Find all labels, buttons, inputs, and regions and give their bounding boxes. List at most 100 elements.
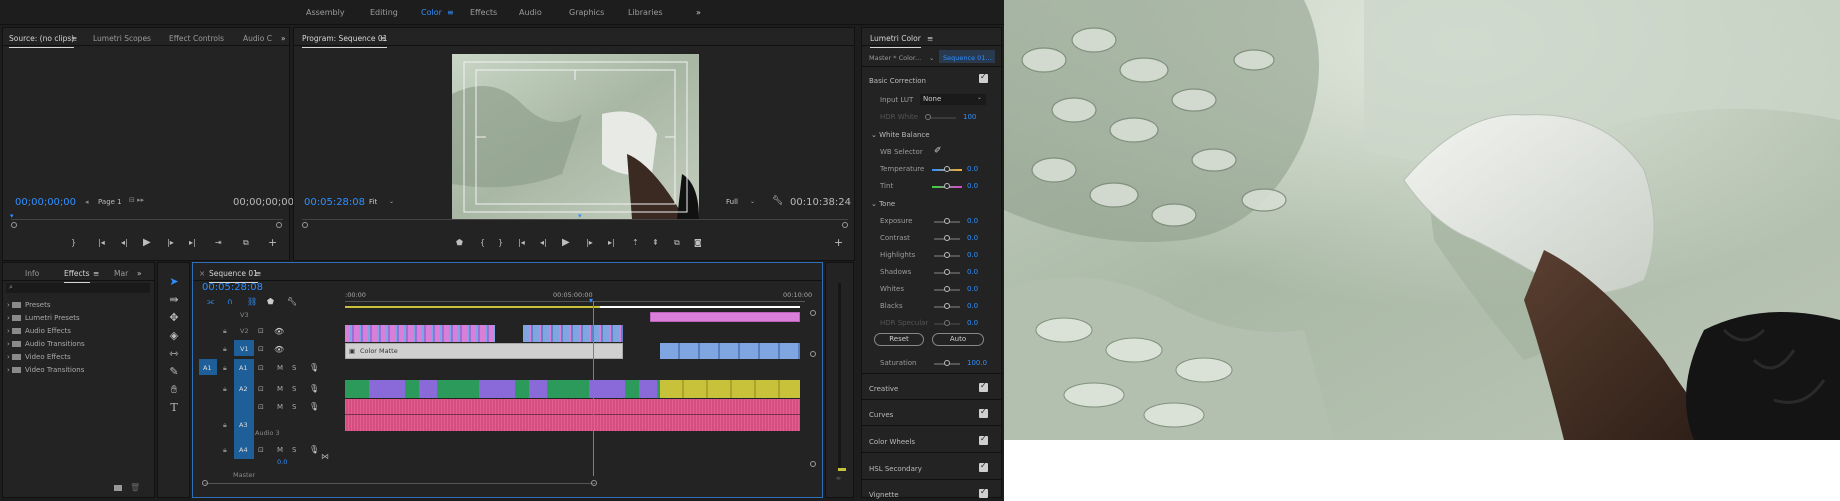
color-wheels-checkbox[interactable]	[979, 434, 988, 445]
timeline-zoom-left[interactable]	[202, 480, 208, 486]
lumetri-menu-icon[interactable]: ≡	[927, 34, 933, 43]
program-menu-icon[interactable]: ≡	[380, 34, 386, 43]
microphone-icon[interactable]: 🎙︎	[309, 363, 319, 372]
mark-out-icon[interactable]: }	[498, 238, 503, 247]
vignette-checkbox[interactable]	[979, 487, 988, 498]
saturation-knob[interactable]	[944, 360, 950, 366]
sync-lock-icon[interactable]: ⊡	[258, 345, 264, 353]
add-marker-icon[interactable]: ⬟	[267, 297, 274, 306]
linked-selection-icon[interactable]: ⛓︎	[247, 297, 257, 306]
step-back-icon[interactable]: ◂|	[121, 238, 128, 247]
lock-icon[interactable]: 🔒︎	[223, 364, 227, 373]
page-select[interactable]: Page 1	[98, 198, 122, 206]
bin-video-effects[interactable]: › Video Effects	[7, 353, 71, 361]
contrast-knob[interactable]	[944, 235, 950, 241]
lock-icon[interactable]: 🔒︎	[223, 385, 227, 394]
add-button-icon[interactable]: +	[834, 236, 843, 249]
program-play-icon[interactable]: ▶	[562, 237, 570, 248]
source-play-icon[interactable]: ▶	[143, 237, 151, 248]
step-back-icon[interactable]: ◂|	[540, 238, 547, 247]
program-playhead[interactable]: ▾	[578, 212, 582, 220]
ripple-edit-icon[interactable]: ✥	[167, 311, 181, 324]
tab-effect-controls[interactable]: Effect Controls	[169, 34, 224, 43]
wrench-icon[interactable]: 🔧︎	[772, 196, 783, 206]
solo-meter-icon[interactable]: ∞	[836, 475, 841, 482]
lock-icon[interactable]: 🔒︎	[223, 421, 227, 430]
bin-video-transitions[interactable]: › Video Transitions	[7, 366, 84, 374]
tab-source[interactable]: Source: (no clips)	[9, 34, 75, 48]
add-marker-icon[interactable]: ⬟	[456, 238, 463, 247]
export-frame-icon[interactable]: ◙	[694, 238, 702, 247]
program-scrub-bar[interactable]	[302, 219, 848, 220]
go-to-in-icon[interactable]: |◂	[98, 238, 105, 247]
close-sequence-icon[interactable]: ×	[199, 269, 205, 278]
step-forward-icon[interactable]: |▸	[167, 238, 174, 247]
step-forward-icon[interactable]: |▸	[586, 238, 593, 247]
solo-button[interactable]: S	[292, 446, 296, 454]
curves-checkbox[interactable]	[979, 407, 988, 418]
timeline-settings-icon[interactable]: 🔧︎	[287, 297, 297, 306]
zoom-select[interactable]: Fit	[369, 198, 377, 206]
mute-button[interactable]: M	[277, 385, 283, 393]
timeline-playhead[interactable]	[593, 301, 594, 476]
timeline-scrollbar[interactable]	[205, 483, 595, 484]
effects-search-input[interactable]: ⌕	[6, 283, 150, 293]
workspace-assembly[interactable]: Assembly	[306, 8, 345, 17]
go-to-in-icon[interactable]: |◂	[518, 238, 525, 247]
solo-button[interactable]: S	[292, 403, 296, 411]
saturation-value[interactable]: 100.0	[967, 359, 987, 367]
tint-knob[interactable]	[944, 183, 950, 189]
shadows-knob[interactable]	[944, 269, 950, 275]
tab-lumetri-scopes[interactable]: Lumetri Scopes	[93, 34, 151, 43]
timeline-zoom-right[interactable]	[591, 480, 597, 486]
compare-icon[interactable]: ⧉	[674, 238, 680, 248]
basic-correction-checkbox[interactable]	[979, 72, 988, 83]
lift-icon[interactable]: ⇡	[632, 238, 639, 247]
mute-button[interactable]: M	[277, 364, 283, 372]
master-keyframe-icon[interactable]: ⋈	[321, 452, 329, 461]
contrast-value[interactable]: 0.0	[967, 234, 978, 242]
snap-icon[interactable]: ∩	[227, 297, 233, 306]
basic-correction-header[interactable]: Basic Correction	[869, 77, 926, 85]
workspace-graphics[interactable]: Graphics	[569, 8, 604, 17]
shadows-value[interactable]: 0.0	[967, 268, 978, 276]
workspace-effects[interactable]: Effects	[470, 8, 497, 17]
clip-v3[interactable]	[650, 312, 800, 322]
pen-tool-icon[interactable]: ✎	[167, 365, 181, 378]
go-to-out-icon[interactable]: ▸|	[608, 238, 615, 247]
lumetri-title[interactable]: Lumetri Color	[870, 34, 921, 48]
temperature-value[interactable]: 0.0	[967, 165, 978, 173]
exposure-knob[interactable]	[944, 218, 950, 224]
sequence-menu-icon[interactable]: ≡	[255, 269, 261, 278]
hand-tool-icon[interactable]: ✋︎	[167, 383, 181, 397]
mark-in-icon[interactable]: {	[480, 238, 485, 247]
tab-effects[interactable]: Effects	[64, 269, 90, 283]
blacks-value[interactable]: 0.0	[967, 302, 978, 310]
slip-tool-icon[interactable]: ⇿	[167, 347, 181, 360]
program-zoom-left[interactable]	[302, 222, 308, 228]
prev-page-icon[interactable]: ◂	[85, 198, 89, 206]
quality-select[interactable]: Full	[726, 198, 738, 206]
nest-icon[interactable]: ⫘	[207, 297, 214, 307]
creative-header[interactable]: Creative	[869, 385, 898, 393]
playhead-handle-icon[interactable]: ▾	[589, 296, 593, 305]
vignette-header[interactable]: Vignette	[869, 491, 899, 499]
eye-icon[interactable]: 👁︎	[274, 327, 284, 336]
temperature-knob[interactable]	[944, 166, 950, 172]
clip-v1-group[interactable]	[660, 343, 800, 359]
page-nav-icon[interactable]: ⊟ ▸▸	[129, 196, 144, 204]
microphone-icon[interactable]: 🎙︎	[309, 402, 319, 411]
razor-tool-icon[interactable]: ◈	[167, 329, 181, 342]
workspace-editing[interactable]: Editing	[370, 8, 398, 17]
timeline-vscroll-bottom[interactable]	[810, 461, 816, 467]
lock-icon[interactable]: 🔒︎	[223, 327, 227, 336]
sync-lock-icon[interactable]: ⊡	[258, 385, 264, 393]
highlights-knob[interactable]	[944, 252, 950, 258]
lock-icon[interactable]: 🔒︎	[223, 446, 227, 455]
effects-overflow-icon[interactable]: »	[137, 269, 142, 278]
lock-icon[interactable]: 🔒︎	[223, 345, 227, 354]
add-button-icon[interactable]: +	[268, 236, 277, 249]
time-ruler[interactable]	[345, 301, 805, 302]
tab-markers[interactable]: Mar	[114, 269, 128, 278]
workspace-color[interactable]: Color	[421, 8, 442, 17]
